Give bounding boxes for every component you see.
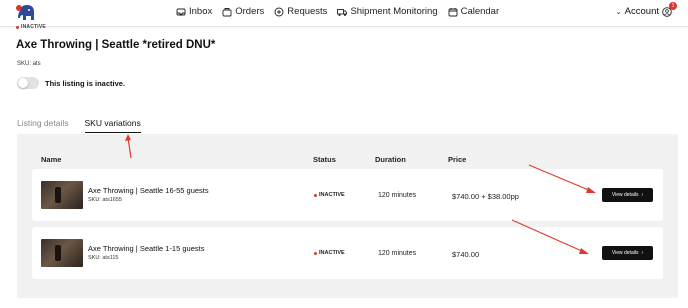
page-title: Axe Throwing | Seattle *retired DNU* <box>16 39 216 51</box>
status-dot-icon <box>16 25 19 29</box>
listing-sku: SKU: ats <box>17 61 41 67</box>
listing-active-toggle[interactable] <box>17 77 39 89</box>
table-row: Axe Throwing | Seattle 16-55 guests SKU:… <box>32 169 663 221</box>
variation-sku: SKU: ats115 <box>88 255 119 261</box>
column-header-name: Name <box>41 155 62 164</box>
tab-bar: Listing details SKU variations <box>17 118 141 133</box>
elephant-logo-icon[interactable] <box>15 3 37 23</box>
nav-inbox-label: Inbox <box>189 6 213 17</box>
chevron-right-icon: › <box>641 192 644 198</box>
orders-icon <box>222 7 232 16</box>
account-label: Account <box>624 6 659 17</box>
status-badge: INACTIVE <box>314 250 345 256</box>
variation-duration: 120 minutes <box>378 192 417 199</box>
view-details-button[interactable]: View details › <box>602 188 653 202</box>
nav-requests-label: Requests <box>287 6 328 17</box>
nav-inbox[interactable]: Inbox <box>176 6 212 17</box>
notification-badge: 1 <box>669 1 677 10</box>
top-nav: Inbox Orders Requests Shipment Monitorin… <box>0 0 688 27</box>
listing-status-text: INACTIVE <box>21 24 46 30</box>
tab-listing-details[interactable]: Listing details <box>17 118 69 133</box>
column-header-status: Status <box>313 155 336 164</box>
nav-requests[interactable]: Requests <box>274 6 327 17</box>
variation-price: $740.00 + $38.00pp <box>452 192 519 201</box>
variation-duration: 120 minutes <box>378 250 417 257</box>
nav-shipment-monitoring[interactable]: Shipment Monitoring <box>337 6 438 17</box>
status-dot-icon <box>314 251 317 255</box>
variation-price: $740.00 <box>452 250 480 259</box>
nav-calendar[interactable]: Calendar <box>448 6 500 17</box>
truck-icon <box>337 8 348 16</box>
nav-orders-label: Orders <box>235 6 265 17</box>
status-badge-text: INACTIVE <box>319 192 345 198</box>
chevron-right-icon: › <box>641 250 644 256</box>
view-details-button[interactable]: View details › <box>602 246 653 260</box>
sku-variations-panel: Name Status Duration Price Axe Throwing … <box>17 134 678 298</box>
column-header-price: Price <box>448 155 467 164</box>
table-row: Axe Throwing | Seattle 1-15 guests SKU: … <box>32 227 663 279</box>
inbox-icon <box>176 8 186 15</box>
calendar-icon <box>448 7 458 16</box>
variation-thumbnail <box>41 181 83 209</box>
variation-name: Axe Throwing | Seattle 1-15 guests <box>88 244 205 253</box>
account-menu[interactable]: ⌄ Account 1 <box>615 1 677 17</box>
toggle-label: This listing is inactive. <box>45 79 126 88</box>
listing-status: INACTIVE <box>16 24 46 30</box>
main-nav: Inbox Orders Requests Shipment Monitorin… <box>176 6 499 17</box>
variation-sku: SKU: ats1655 <box>88 197 122 203</box>
variation-name: Axe Throwing | Seattle 16-55 guests <box>88 186 209 195</box>
tab-sku-variations[interactable]: SKU variations <box>84 118 141 133</box>
view-details-label: View details <box>611 250 639 256</box>
nav-calendar-label: Calendar <box>460 6 500 17</box>
status-badge: INACTIVE <box>314 192 345 198</box>
plus-circle-icon <box>274 7 284 16</box>
column-header-duration: Duration <box>375 155 406 164</box>
user-icon[interactable]: 1 <box>662 1 677 17</box>
nav-orders[interactable]: Orders <box>222 6 264 17</box>
view-details-label: View details <box>611 192 639 198</box>
nav-shipment-label: Shipment Monitoring <box>350 6 438 17</box>
variation-thumbnail <box>41 239 83 267</box>
status-badge-text: INACTIVE <box>319 250 345 256</box>
toggle-knob <box>18 78 28 88</box>
chevron-down-icon: ⌄ <box>615 8 622 16</box>
status-dot-icon <box>314 193 317 197</box>
